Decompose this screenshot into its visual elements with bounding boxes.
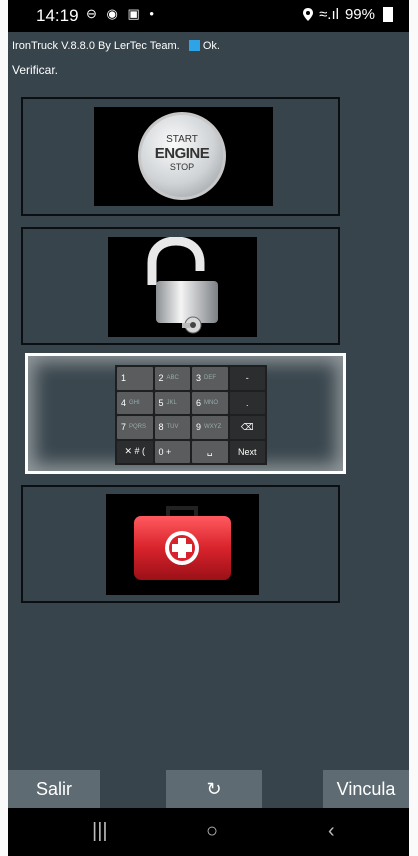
first-aid-kit-icon [134,506,231,580]
status-right: ≈.ıl 99% [303,6,393,23]
battery-icon [383,7,393,22]
key-7: 7 PQRS [117,416,153,439]
battery-percent: 99% [344,6,375,23]
notification-icons: ⊖ ◉ ▣ • [86,6,157,21]
key-symbols: ✕ # ( [117,440,153,463]
key-8: 8 TUV [154,416,190,439]
backspace-icon: ⌫ [229,416,265,439]
start-stop-button-icon: START ENGINE STOP [138,112,226,200]
key-space: ␣ [192,440,228,463]
bottom-button-bar: Salir ↻ Vincula [8,770,409,808]
key-9: 9 WXYZ [192,416,228,439]
key-dot: . [229,391,265,414]
key-next: Next [229,440,265,463]
verify-text: Verificar. [12,63,59,77]
home-icon[interactable]: ○ [206,820,218,843]
keypad-card[interactable]: 1 2 ABC 3 DEF - 4 GHI 5 JKL 6 MNO . 7 PQRS 8 TU… [25,353,346,474]
phone-screen: 14:19 ⊖ ◉ ▣ • ≈.ıl 99% IronTruck V.8.8.0… [8,0,409,856]
key-3: 3 DEF [192,367,228,390]
back-icon[interactable]: ‹ [328,820,335,843]
app-info: IronTruck V.8.8.0 By LerTec Team. Ok. [12,40,220,52]
status-bar: 14:19 ⊖ ◉ ▣ • ≈.ıl 99% [8,0,409,32]
engine-start-image: START ENGINE STOP [94,107,273,206]
open-padlock-icon [147,236,218,334]
unlock-card[interactable] [21,227,340,345]
recents-icon[interactable]: ||| [92,820,108,843]
key-1: 1 [117,367,153,390]
key-6: 6 MNO [192,391,228,414]
salir-button[interactable]: Salir [8,770,100,808]
key-2: 2 ABC [154,367,190,390]
wifi-signal-icon: ≈.ıl [319,6,339,23]
keypad-grid: 1 2 ABC 3 DEF - 4 GHI 5 JKL 6 MNO . 7 PQRS 8 TU… [117,367,265,463]
first-aid-card[interactable] [21,485,340,603]
first-aid-image [106,494,259,595]
engine-start-card[interactable]: START ENGINE STOP [21,97,340,216]
status-time: 14:19 [36,6,79,25]
key-4: 4 GHI [117,391,153,414]
app-version-text: IronTruck V.8.8.0 By LerTec Team. [12,40,180,52]
padlock-image [108,236,257,337]
location-pin-icon [303,8,314,21]
system-nav-bar: ||| ○ ‹ [8,808,409,856]
connection-icon [188,40,200,51]
connection-status: Ok. [202,40,220,52]
refresh-button[interactable]: ↻ [166,770,262,808]
key-dash: - [229,367,265,390]
key-5: 5 JKL [154,391,190,414]
vincula-button[interactable]: Vincula [323,770,409,808]
key-0: 0 + [154,440,190,463]
keypad-image: 1 2 ABC 3 DEF - 4 GHI 5 JKL 6 MNO . 7 PQRS 8 TU… [115,365,267,465]
